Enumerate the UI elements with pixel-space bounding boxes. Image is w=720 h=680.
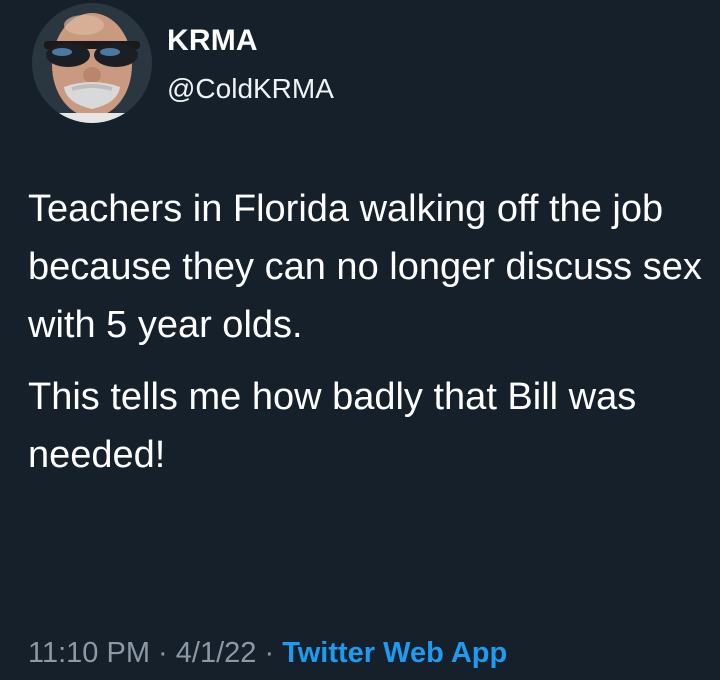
tweet-metadata: 11:10 PM · 4/1/22 · Twitter Web App bbox=[28, 636, 507, 670]
tweet-paragraph: This tells me how badly that Bill was ne… bbox=[28, 376, 637, 476]
tweet-card: KRMA @ColdKRMA Teachers in Florida walki… bbox=[0, 0, 720, 680]
tweet-time[interactable]: 11:10 PM bbox=[28, 637, 150, 669]
tweet-source-link[interactable]: Twitter Web App bbox=[282, 637, 507, 669]
author-handle[interactable]: @ColdKRMA bbox=[167, 73, 334, 105]
meta-separator: · bbox=[149, 637, 176, 669]
meta-separator: · bbox=[256, 637, 283, 669]
user-avatar-icon bbox=[32, 3, 152, 123]
author-display-name[interactable]: KRMA bbox=[167, 24, 258, 58]
tweet-text: Teachers in Florida walking off the job … bbox=[28, 180, 708, 484]
tweet-paragraph: Teachers in Florida walking off the job … bbox=[28, 188, 702, 346]
tweet-date[interactable]: 4/1/22 bbox=[176, 637, 257, 669]
avatar[interactable] bbox=[32, 3, 152, 123]
